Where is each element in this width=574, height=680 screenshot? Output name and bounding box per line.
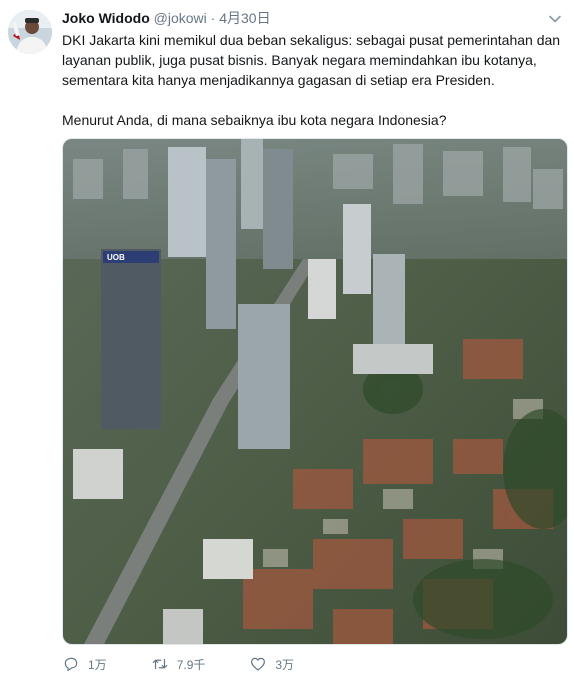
- tweet-date[interactable]: 4月30日: [219, 10, 270, 26]
- reply-count: 1万: [88, 657, 107, 672]
- chevron-down-icon[interactable]: [548, 12, 562, 26]
- tweet-header: Joko Widodo @jokowi · 4月30日: [62, 8, 534, 28]
- tweet-actions: 1万 7.9千 3万: [62, 652, 338, 676]
- like-icon: [251, 657, 266, 671]
- like-button[interactable]: 3万: [249, 655, 294, 673]
- retweet-count: 7.9千: [176, 657, 206, 672]
- tweet-text: DKI Jakarta kini memikul dua beban sekal…: [62, 30, 566, 130]
- tweet-photo[interactable]: UOB: [62, 138, 568, 645]
- author-name[interactable]: Joko Widodo: [62, 10, 150, 26]
- like-count: 3万: [275, 657, 295, 672]
- retweet-icon: [152, 658, 168, 670]
- tweet-paragraph: Menurut Anda, di mana sebaiknya ibu kota…: [62, 112, 447, 128]
- author-handle[interactable]: @jokowi: [154, 10, 207, 26]
- jakarta-aerial-photo: UOB: [63, 139, 567, 644]
- author-avatar[interactable]: [8, 10, 52, 54]
- reply-icon: [64, 657, 78, 671]
- tweet-paragraph: DKI Jakarta kini memikul dua beban sekal…: [62, 32, 561, 88]
- retweet-button[interactable]: 7.9千: [151, 655, 206, 673]
- reply-button[interactable]: 1万: [62, 655, 107, 673]
- building-sign-text: UOB: [107, 253, 125, 262]
- header-separator: ·: [210, 10, 216, 26]
